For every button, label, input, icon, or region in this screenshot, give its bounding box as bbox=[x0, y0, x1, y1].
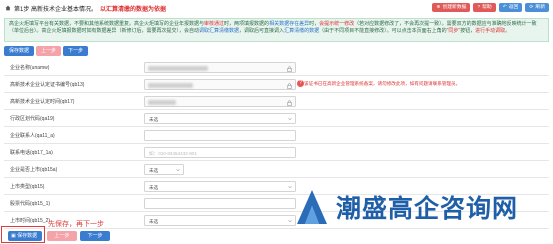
form-row-region-code: 行政区划代码(qa19) 未选 bbox=[4, 110, 549, 127]
refresh-icon: ⟳ bbox=[529, 5, 534, 10]
field-label: 上市时间(qb15_2) bbox=[10, 218, 51, 224]
chevron-down-icon bbox=[288, 186, 292, 189]
redacted-value bbox=[148, 100, 176, 105]
phone-input[interactable]: 如：010-83454432-801 bbox=[144, 147, 296, 158]
field-note: 该证书已在高新企业管理系统备案，请勿修改此项，如有问题请联系管理员。 bbox=[304, 81, 461, 86]
save-icon: ▣ bbox=[11, 233, 16, 239]
listing-date-select[interactable]: 未选 bbox=[144, 215, 296, 226]
stock-code-input[interactable] bbox=[144, 198, 296, 209]
next-step-button-top[interactable]: 下一步 bbox=[63, 46, 89, 56]
lock-icon bbox=[287, 99, 292, 106]
field-label: 行政区划代码(qa19) bbox=[10, 116, 55, 122]
save-data-button-top[interactable]: 保存数据 bbox=[4, 46, 35, 56]
form-row-cert-date: 高新技术企业认定时间(qb17) bbox=[4, 93, 549, 110]
back-arrow-icon: ↶ bbox=[502, 5, 507, 10]
watermark-logo-icon bbox=[297, 190, 327, 224]
top-pager: 保存数据 上一步 下一步 bbox=[4, 46, 89, 56]
watermark: 潮盛高企咨询网 bbox=[296, 188, 541, 226]
field-label: 企业联系人(qa11_a) bbox=[10, 133, 55, 139]
region-code-select[interactable]: 未选 bbox=[144, 113, 296, 124]
redacted-value bbox=[148, 66, 208, 71]
lock-icon bbox=[287, 65, 292, 72]
watermark-text: 潮盛高企咨询网 bbox=[336, 194, 519, 223]
chevron-down-icon bbox=[176, 169, 180, 172]
form-row-is-listed: 企业是否上市(qb15a) 未选 bbox=[4, 161, 549, 178]
is-listed-select[interactable]: 未选 bbox=[144, 164, 184, 175]
warning-icon: ? bbox=[297, 80, 304, 87]
lock-icon bbox=[287, 82, 292, 89]
field-label: 企业是否上市(qb15a) bbox=[10, 167, 58, 173]
listing-type-select[interactable]: 未选 bbox=[144, 181, 296, 192]
field-label: 企业名称(unamw) bbox=[10, 65, 50, 71]
step-title: 第1步 高新技术企业基本情况。 bbox=[14, 6, 98, 13]
create-data-button[interactable]: ⊕ 创建新数据 bbox=[432, 3, 471, 12]
form-row-company-name: 企业名称(unamw) bbox=[4, 59, 549, 76]
company-name-field bbox=[144, 62, 296, 73]
save-first-annotation: 先保存，再下一步 bbox=[48, 221, 104, 228]
question-icon: ? bbox=[477, 5, 481, 10]
cert-number-field bbox=[144, 79, 296, 90]
plus-icon: ⊕ bbox=[436, 5, 441, 10]
page-header: 第1步 高新技术企业基本情况。 以汇算清缴的数据为依据 ⊕ 创建新数据 ? 帮助… bbox=[0, 0, 553, 16]
prev-step-button-top[interactable]: 上一步 bbox=[36, 46, 62, 56]
contact-person-input[interactable] bbox=[144, 130, 296, 141]
notice-box: 高企火炬填写平台有关数据，不要和其他系统数据重复。高企火炬填写的企业年报数据与审… bbox=[4, 18, 549, 42]
field-label: 高新技术企业认定证书编号(qb13) bbox=[10, 82, 85, 88]
field-label: 高新技术企业认定时间(qb17) bbox=[10, 99, 75, 105]
field-label: 上市类型(qb15) bbox=[10, 184, 45, 190]
redacted-value bbox=[148, 83, 193, 88]
form-row-contact-person: 企业联系人(qa11_a) bbox=[4, 127, 549, 144]
back-button[interactable]: ↶ 返回 bbox=[498, 3, 523, 12]
save-data-button-bottom[interactable]: ▣ 保存数据 bbox=[8, 231, 42, 241]
next-step-button-bottom[interactable]: 下一步 bbox=[80, 231, 110, 241]
form-row-phone: 联系电话(qb17_1a) 如：010-83454432-801 bbox=[4, 144, 549, 161]
chevron-down-icon bbox=[288, 220, 292, 223]
bottom-pager: ▣ 保存数据 上一步 下一步 bbox=[4, 231, 224, 244]
home-icon bbox=[5, 5, 11, 11]
cert-date-field bbox=[144, 96, 296, 107]
field-label: 股票代码(qb15_1) bbox=[10, 201, 51, 207]
refresh-button[interactable]: ⟳ 刷新 bbox=[525, 3, 549, 12]
prev-step-button-bottom[interactable]: 上一步 bbox=[47, 231, 77, 241]
top-toolbar: ⊕ 创建新数据 ? 帮助 ↶ 返回 ⟳ 刷新 bbox=[432, 3, 549, 12]
form-row-cert-number: 高新技术企业认定证书编号(qb13) ? 该证书已在高新企业管理系统备案，请勿修… bbox=[4, 76, 549, 93]
help-button[interactable]: ? 帮助 bbox=[473, 3, 496, 12]
field-label: 联系电话(qb17_1a) bbox=[10, 150, 53, 156]
step-hint: 以汇算清缴的数据为依据 bbox=[100, 6, 167, 13]
chevron-down-icon bbox=[288, 118, 292, 121]
